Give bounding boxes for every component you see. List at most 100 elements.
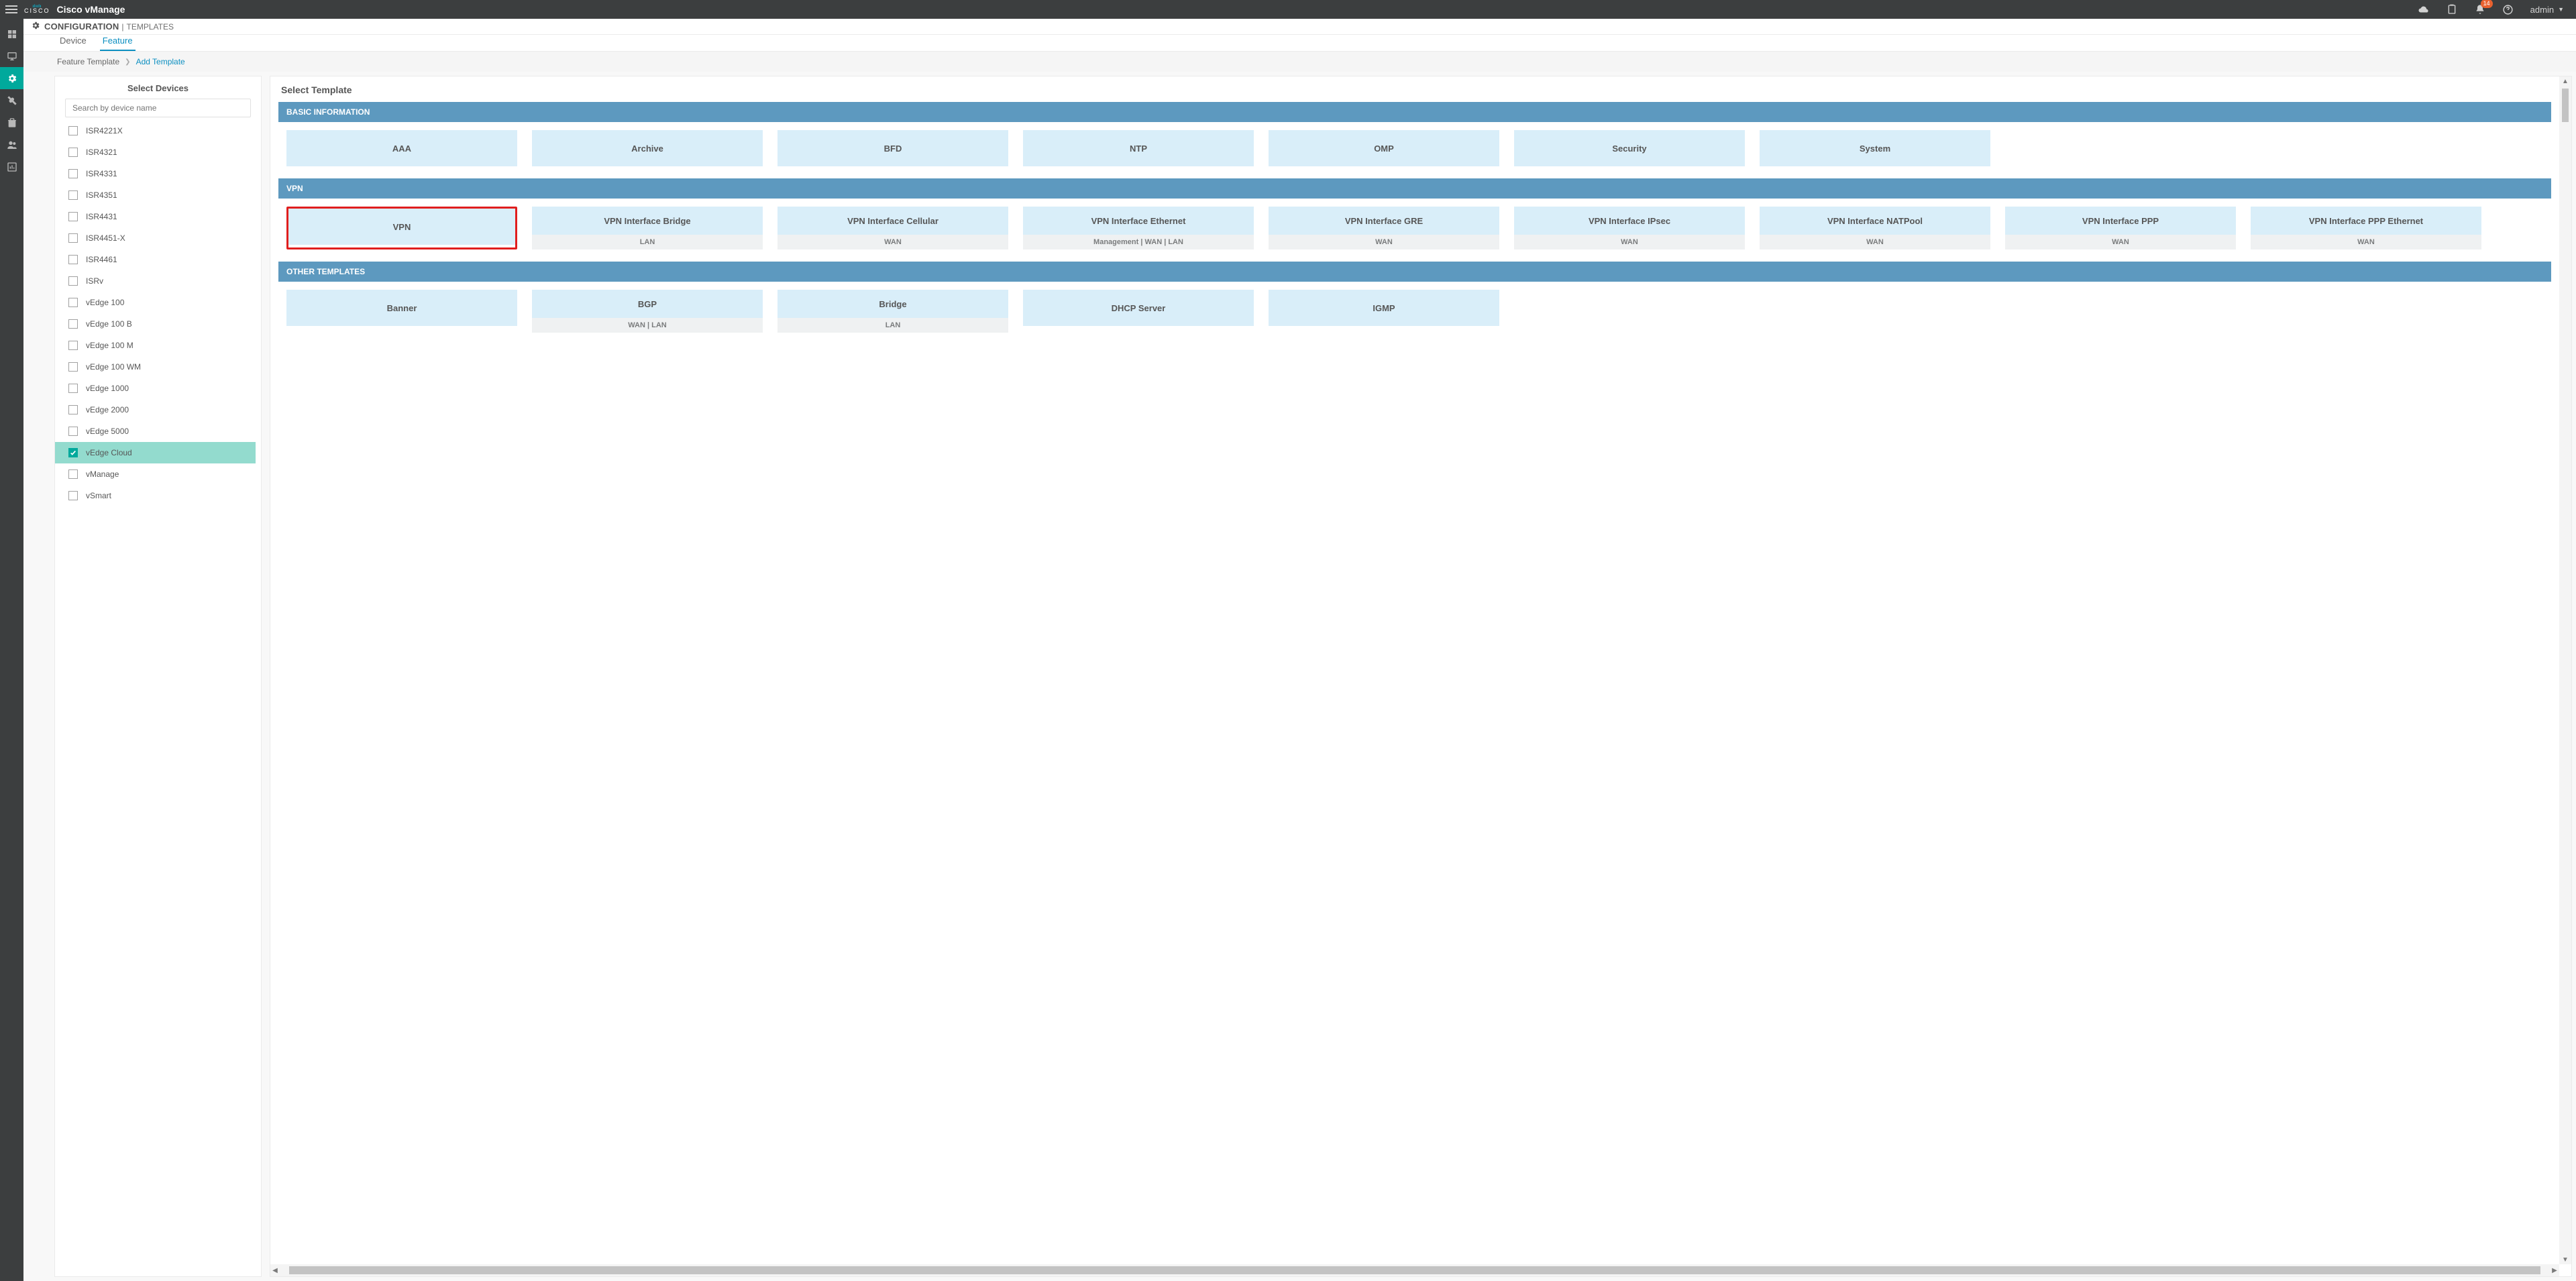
device-row[interactable]: vEdge 100 M [55, 335, 256, 356]
template-tile[interactable]: OMP [1269, 130, 1499, 166]
device-row[interactable]: vSmart [55, 485, 256, 506]
checkbox-icon[interactable] [68, 148, 78, 157]
nav-tools-icon[interactable] [0, 89, 23, 111]
checkbox-icon[interactable] [68, 362, 78, 372]
template-tile[interactable]: BFD [777, 130, 1008, 166]
device-row[interactable]: vManage [55, 463, 256, 485]
tasks-icon[interactable] [2446, 3, 2458, 15]
template-tile[interactable]: Archive [532, 130, 763, 166]
user-menu[interactable]: admin ▼ [2530, 5, 2564, 15]
device-row[interactable]: ISR4321 [55, 142, 256, 163]
tile-title: OMP [1269, 130, 1499, 166]
template-tile[interactable]: VPN Interface IPsecWAN [1514, 207, 1745, 249]
checkbox-icon[interactable] [68, 405, 78, 414]
hamburger-icon[interactable] [5, 5, 17, 13]
page-title-sep: | [121, 22, 123, 32]
device-row[interactable]: ISR4461 [55, 249, 256, 270]
hscroll-thumb[interactable] [289, 1266, 2540, 1274]
device-search-input[interactable] [65, 99, 251, 117]
checkbox-icon[interactable] [68, 298, 78, 307]
device-row[interactable]: ISRv [55, 270, 256, 292]
tile-title: DHCP Server [1023, 290, 1254, 326]
tile-subtitle: Management | WAN | LAN [1023, 235, 1254, 249]
checkbox-icon[interactable] [68, 427, 78, 436]
tile-title: Archive [532, 130, 763, 166]
device-row[interactable]: ISR4221X [55, 120, 256, 142]
tile-title: VPN Interface Bridge [532, 207, 763, 235]
device-row[interactable]: vEdge 100 [55, 292, 256, 313]
crumb-feature-template[interactable]: Feature Template [57, 57, 119, 66]
scroll-down-icon[interactable]: ▼ [2561, 1255, 2570, 1264]
template-tile[interactable]: DHCP Server [1023, 290, 1254, 333]
tile-title: Security [1514, 130, 1745, 166]
nav-analytics-icon[interactable] [0, 156, 23, 178]
scroll-up-icon[interactable]: ▲ [2561, 76, 2570, 86]
scroll-thumb[interactable] [2562, 89, 2569, 122]
template-tile[interactable]: BridgeLAN [777, 290, 1008, 333]
device-row[interactable]: vEdge 1000 [55, 378, 256, 399]
device-row[interactable]: ISR4351 [55, 184, 256, 206]
template-tile[interactable]: System [1760, 130, 1990, 166]
template-tile[interactable]: VPN Interface PPP EthernetWAN [2251, 207, 2481, 249]
horizontal-scrollbar[interactable]: ◀ ▶ [270, 1264, 2559, 1276]
tab-feature[interactable]: Feature [100, 33, 136, 51]
template-tile[interactable]: VPN [286, 207, 517, 249]
scroll-right-icon[interactable]: ▶ [2550, 1266, 2559, 1275]
template-tile[interactable]: VPN Interface EthernetManagement | WAN |… [1023, 207, 1254, 249]
template-tile[interactable]: VPN Interface GREWAN [1269, 207, 1499, 249]
scroll-left-icon[interactable]: ◀ [270, 1266, 280, 1275]
device-label: vEdge 1000 [86, 384, 129, 393]
checkbox-icon[interactable] [68, 319, 78, 329]
checkbox-icon[interactable] [68, 255, 78, 264]
nav-config-icon[interactable] [0, 67, 23, 89]
template-tile[interactable]: NTP [1023, 130, 1254, 166]
tile-subtitle: WAN [2005, 235, 2236, 249]
template-tile[interactable]: VPN Interface CellularWAN [777, 207, 1008, 249]
checkbox-icon[interactable] [68, 126, 78, 135]
checkbox-icon[interactable] [68, 469, 78, 479]
checkbox-icon[interactable] [68, 491, 78, 500]
device-row[interactable]: vEdge 5000 [55, 421, 256, 442]
checkbox-icon[interactable] [68, 212, 78, 221]
device-row[interactable]: vEdge Cloud [55, 442, 256, 463]
device-row[interactable]: vEdge 100 B [55, 313, 256, 335]
nav-monitor-icon[interactable] [0, 45, 23, 67]
tab-device[interactable]: Device [57, 33, 89, 51]
checkbox-icon[interactable] [68, 233, 78, 243]
tile-subtitle: LAN [777, 318, 1008, 333]
page-title-main: CONFIGURATION [44, 21, 119, 32]
device-list[interactable]: ISR4221X ISR4321 ISR4331ISR4351 ISR4431 ISR4… [55, 120, 256, 1276]
nav-admin-icon[interactable] [0, 133, 23, 156]
device-row[interactable]: ISR4431 [55, 206, 256, 227]
notification-bell-icon[interactable]: 14 [2474, 3, 2486, 15]
device-row[interactable]: vEdge 100 WM [55, 356, 256, 378]
template-tile[interactable]: BGPWAN | LAN [532, 290, 763, 333]
help-icon[interactable] [2502, 3, 2514, 15]
template-tile[interactable]: AAA [286, 130, 517, 166]
cloud-icon[interactable] [2418, 3, 2430, 15]
tile-subtitle: WAN [2251, 235, 2481, 249]
checkbox-icon[interactable] [68, 169, 78, 178]
template-tile[interactable]: Banner [286, 290, 517, 333]
template-tile[interactable]: IGMP [1269, 290, 1499, 333]
template-tile[interactable]: VPN Interface NATPoolWAN [1760, 207, 1990, 249]
device-label: ISR4321 [86, 148, 117, 157]
nav-dashboard-icon[interactable] [0, 23, 23, 45]
device-row[interactable]: ISR4451-X [55, 227, 256, 249]
template-tile[interactable]: VPN Interface PPPWAN [2005, 207, 2236, 249]
checkbox-icon[interactable] [68, 190, 78, 200]
tile-title: Bridge [777, 290, 1008, 318]
checkbox-icon[interactable] [68, 276, 78, 286]
device-row[interactable]: ISR4331 [55, 163, 256, 184]
device-label: vEdge 100 [86, 298, 124, 307]
nav-maintenance-icon[interactable] [0, 111, 23, 133]
tile-title: VPN Interface NATPool [1760, 207, 1990, 235]
checkbox-icon[interactable] [68, 448, 78, 457]
vertical-scrollbar[interactable]: ▲ ▼ [2559, 76, 2571, 1264]
checkbox-icon[interactable] [68, 341, 78, 350]
checkbox-icon[interactable] [68, 384, 78, 393]
device-label: ISR4431 [86, 212, 117, 221]
template-tile[interactable]: VPN Interface BridgeLAN [532, 207, 763, 249]
device-row[interactable]: vEdge 2000 [55, 399, 256, 421]
template-tile[interactable]: Security [1514, 130, 1745, 166]
